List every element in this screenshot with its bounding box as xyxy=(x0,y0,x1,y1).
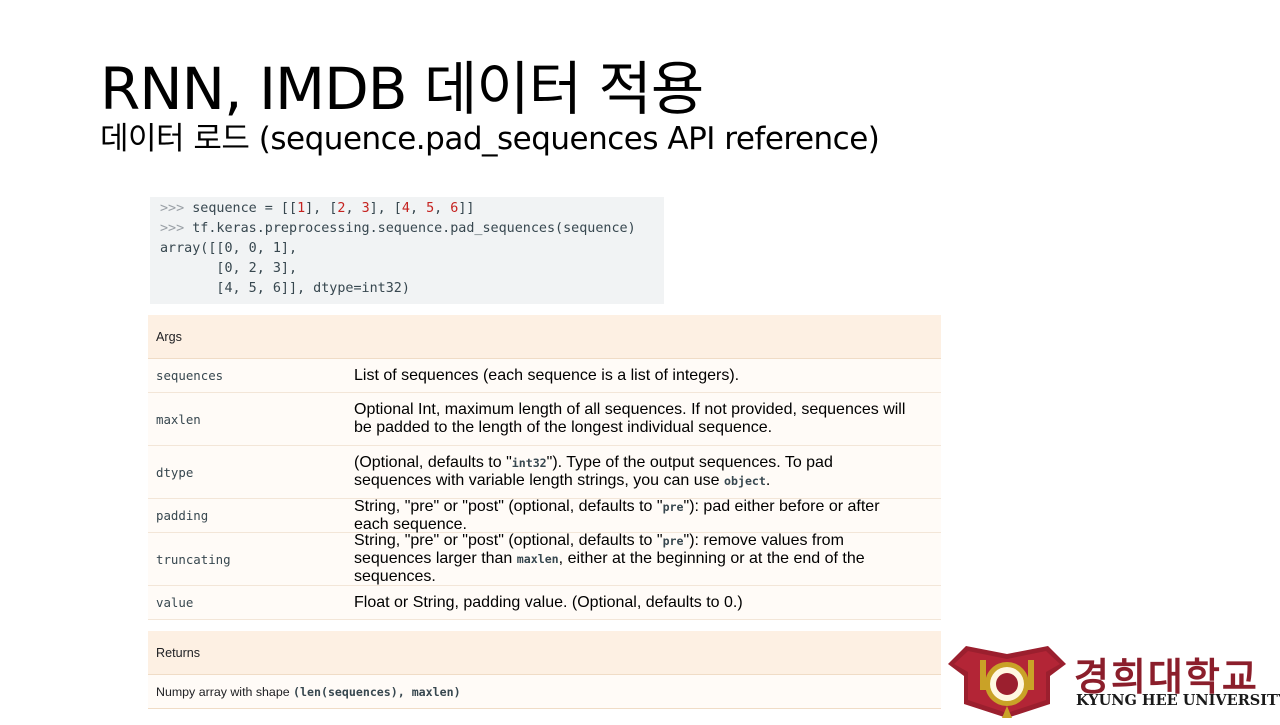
table-row: maxlen Optional Int, maximum length of a… xyxy=(148,393,941,446)
inline-code: maxlen xyxy=(516,552,559,566)
code-example: >>> sequence = [[1], [2, 3], [4, 5, 6]] >… xyxy=(150,197,664,304)
inline-code: pre xyxy=(662,499,684,514)
logo-english-name: KYUNG HEE UNIVERSITY xyxy=(1076,692,1280,709)
code-line-5: [4, 5, 6]], dtype=int32) xyxy=(160,281,410,296)
args-table: Args sequences List of sequences (each s… xyxy=(148,315,941,620)
arg-desc: Optional Int, maximum length of all sequ… xyxy=(354,401,906,436)
arg-name: padding xyxy=(156,508,209,523)
arg-desc: (Optional, defaults to "int32"). Type of… xyxy=(354,454,833,489)
code-prompt: >>> xyxy=(160,221,193,236)
arg-name: sequences xyxy=(156,368,224,383)
arg-name: truncating xyxy=(156,551,231,567)
table-row: value Float or String, padding value. (O… xyxy=(148,586,941,620)
arg-name: dtype xyxy=(156,464,194,480)
inline-code: (len(sequences), maxlen) xyxy=(293,685,461,699)
arg-name: maxlen xyxy=(156,411,201,427)
table-row: dtype (Optional, defaults to "int32"). T… xyxy=(148,446,941,499)
code-prompt: >>> xyxy=(160,201,193,216)
slide-subtitle: 데이터 로드 (sequence.pad_sequences API refer… xyxy=(100,121,880,157)
inline-code: pre xyxy=(662,534,684,548)
slide-title: RNN, IMDB 데이터 적용 xyxy=(100,55,704,123)
arg-desc: String, "pre" or "post" (optional, defau… xyxy=(354,497,880,533)
university-logo: 경희대학교 KYUNG HEE UNIVERSITY xyxy=(946,640,1280,720)
code-line-2: >>> tf.keras.preprocessing.sequence.pad_… xyxy=(160,221,636,236)
inline-code: int32 xyxy=(511,456,547,470)
arg-desc: Float or String, padding value. (Optiona… xyxy=(354,593,743,611)
returns-table: Returns Numpy array with shape (len(sequ… xyxy=(148,631,941,709)
returns-header: Returns xyxy=(148,631,941,675)
arg-name: value xyxy=(156,595,194,610)
arg-desc: String, "pre" or "post" (optional, defau… xyxy=(354,532,865,585)
code-line-4: [0, 2, 3], xyxy=(160,261,298,276)
table-row: truncating String, "pre" or "post" (opti… xyxy=(148,532,941,586)
university-emblem-icon xyxy=(948,646,1066,718)
code-line-1: >>> sequence = [[1], [2, 3], [4, 5, 6]] xyxy=(160,201,475,216)
args-header: Args xyxy=(148,315,941,359)
table-row: padding String, "pre" or "post" (optiona… xyxy=(148,497,941,533)
inline-code: object xyxy=(724,474,766,488)
arg-desc: List of sequences (each sequence is a li… xyxy=(354,366,740,384)
table-row: sequences List of sequences (each sequen… xyxy=(148,359,941,393)
code-line-3: array([[0, 0, 1], xyxy=(160,241,298,256)
returns-row: Numpy array with shape (len(sequences), … xyxy=(148,675,941,709)
